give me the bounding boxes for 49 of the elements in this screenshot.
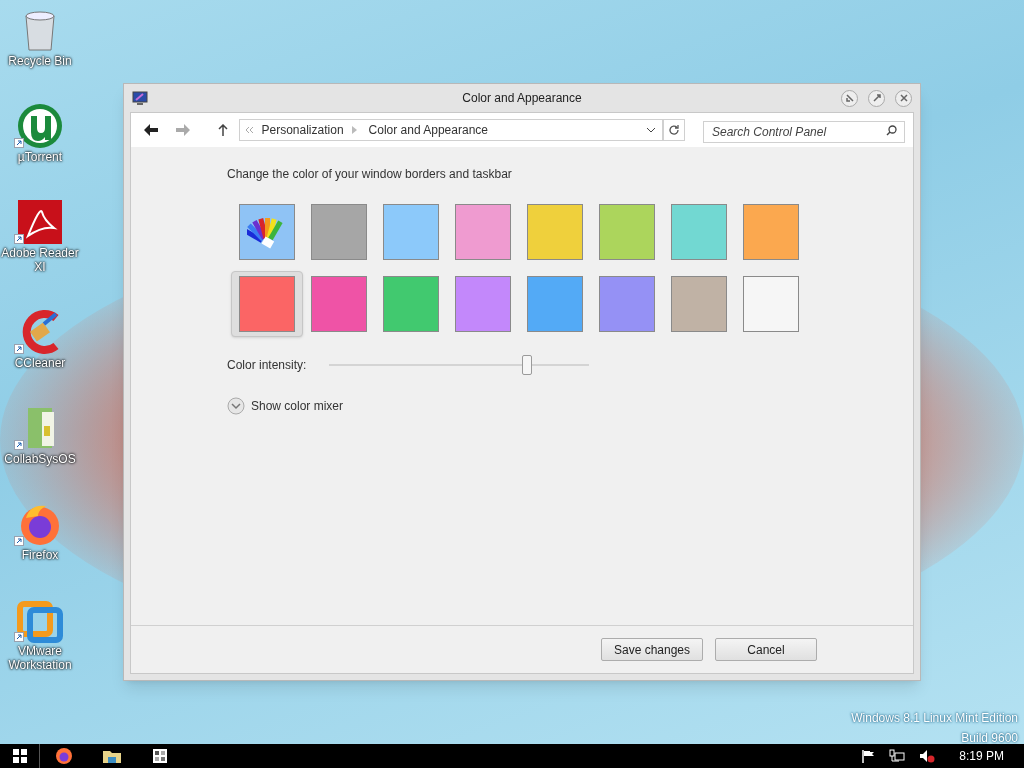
slider-thumb[interactable] (521, 355, 532, 375)
refresh-button[interactable] (663, 119, 685, 141)
forward-arrow-icon (175, 124, 190, 136)
maximize-button[interactable] (868, 89, 885, 107)
color-swatch[interactable] (231, 271, 303, 337)
close-button[interactable] (895, 89, 912, 107)
maximize-icon (872, 94, 881, 102)
desktop-icon-label: Firefox (21, 548, 59, 562)
desktop-icon-label: CCleaner (14, 356, 66, 370)
flag-icon[interactable] (861, 749, 876, 763)
intensity-label: Color intensity: (227, 357, 308, 374)
pdf-reader-icon (16, 198, 64, 246)
minimize-icon (845, 94, 854, 102)
save-button[interactable]: Save changes (601, 638, 703, 661)
breadcrumb-arrow-icon (351, 126, 357, 134)
cancel-button[interactable]: Cancel (715, 638, 817, 661)
up-arrow-icon (217, 124, 228, 136)
close-icon (899, 94, 908, 102)
breadcrumb-item[interactable]: Color and Appearance (368, 121, 488, 139)
desktop-icon-label: Recycle Bin (8, 54, 72, 68)
dropdown-caret-icon (646, 127, 657, 133)
desktop-icon-label: CollabSysOS (4, 452, 76, 466)
section-heading: Change the color of your window borders and taskbar (227, 166, 513, 183)
show-color-mixer-toggle[interactable]: Show color mixer (227, 397, 344, 415)
back-arrow-icon (143, 124, 158, 136)
expand-chevron-icon (227, 397, 245, 415)
windows-logo-icon (12, 749, 27, 763)
minimize-button[interactable] (841, 89, 858, 107)
folder-icon (102, 748, 122, 764)
network-icon[interactable] (889, 749, 906, 763)
control-panel-icon (152, 748, 168, 764)
monitor-icon (132, 90, 148, 106)
os-edition-text: Windows 8.1 Linux Mint Edition (851, 710, 1018, 727)
refresh-icon (668, 124, 681, 136)
search-field[interactable]: Search Control Panel (703, 121, 905, 143)
desktop-icon-label: Adobe Reader XI (0, 246, 80, 274)
torrent-logo-icon (16, 102, 64, 150)
firefox-icon (55, 747, 73, 765)
desktop-icon-label: µTorrent (17, 150, 63, 164)
desktop-icon-label: VMware Workstation (7, 644, 73, 672)
os-edition-text: Build 9600 (961, 730, 1018, 747)
search-icon (886, 125, 897, 136)
chevron-icon (243, 126, 254, 134)
breadcrumb-item[interactable]: Personalization (261, 121, 344, 139)
muted-speaker-icon[interactable] (919, 749, 936, 763)
window-title: Color and Appearance (462, 90, 582, 107)
clock[interactable]: 8:19 PM (959, 747, 1004, 765)
intensity-slider[interactable] (329, 355, 589, 375)
address-bar[interactable]: Personalization Color and Appearance (238, 119, 664, 141)
